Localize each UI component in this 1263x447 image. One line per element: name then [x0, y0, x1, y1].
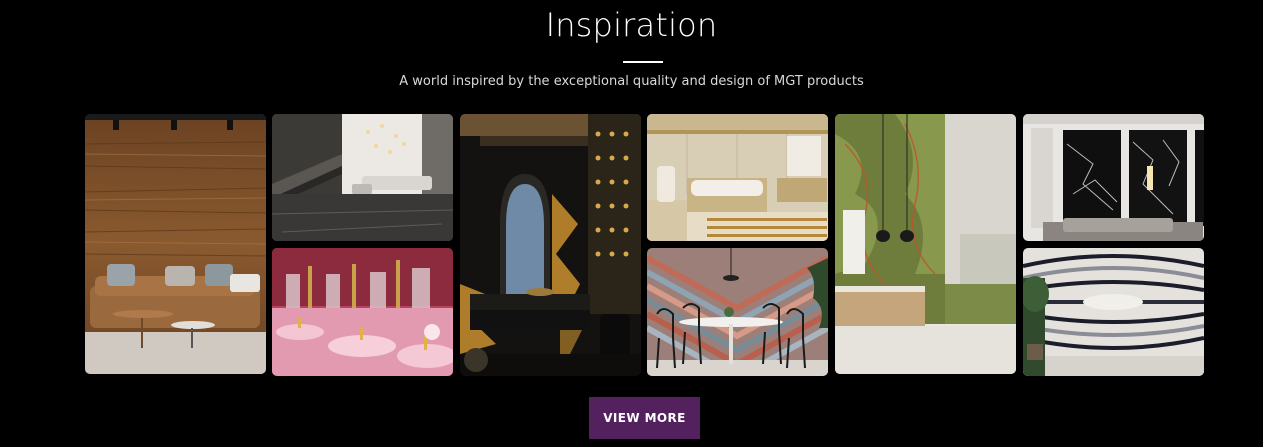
black-gold-bathroom-picture — [460, 114, 641, 376]
gallery-image-striped-marble-dining[interactable] — [647, 248, 828, 376]
green-onyx-bathroom-picture — [835, 114, 1016, 374]
striped-marble-dining-picture — [647, 248, 828, 376]
gallery-image-beige-marble-bathroom[interactable] — [647, 114, 828, 241]
gallery-image-patterned-marble-wall[interactable] — [1023, 248, 1204, 376]
patterned-marble-wall-picture — [1023, 248, 1204, 376]
gallery-image-black-gold-bathroom[interactable] — [460, 114, 641, 376]
black-marble-classic-room-picture — [1023, 114, 1204, 241]
gallery-image-travertine-living-room[interactable] — [85, 114, 266, 374]
beige-marble-bathroom-picture — [647, 114, 828, 241]
title-divider — [623, 61, 663, 63]
pink-onyx-basins-picture — [272, 248, 453, 376]
view-more-button[interactable]: VIEW MORE — [589, 397, 700, 439]
section-title: Inspiration — [545, 6, 718, 44]
travertine-living-room-picture — [85, 114, 266, 374]
gallery-image-black-marble-classic-room[interactable] — [1023, 114, 1204, 241]
gallery-image-grey-marble-lounge[interactable] — [272, 114, 453, 241]
section-subtitle: A world inspired by the exceptional qual… — [399, 74, 864, 89]
gallery-image-pink-onyx-basins[interactable] — [272, 248, 453, 376]
grey-marble-lounge-picture — [272, 114, 453, 241]
gallery-image-green-onyx-bathroom[interactable] — [835, 114, 1016, 374]
